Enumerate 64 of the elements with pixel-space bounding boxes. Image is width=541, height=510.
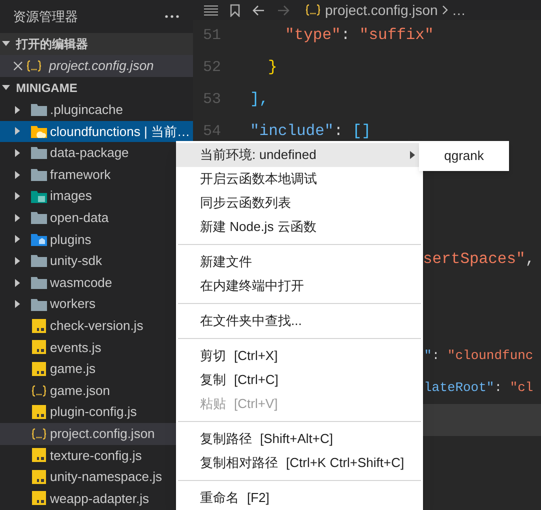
folder-icon (30, 103, 46, 116)
image-folder-icon (30, 190, 46, 203)
menu-item[interactable]: qgrank (419, 144, 509, 168)
json-file-icon (30, 428, 46, 440)
folder-icon (30, 298, 46, 311)
code-token: "cloundfunc (447, 347, 534, 366)
open-editor-item[interactable]: project.config.json (0, 55, 193, 77)
json-file-icon (305, 4, 321, 16)
list-icon (204, 4, 218, 16)
code-token: , (525, 249, 535, 270)
cloud-folder-icon (30, 124, 46, 138)
code-token: sertSpaces" (423, 249, 526, 270)
collapsed-arrow-icon (15, 300, 20, 308)
json-file-icon (26, 60, 42, 72)
code-token: "cl (510, 379, 534, 398)
code-token: } (268, 57, 278, 78)
folder-icon (30, 211, 46, 224)
js-file-icon (32, 318, 46, 333)
close-icon (13, 61, 23, 71)
breadcrumb-item[interactable]: project.config.json (325, 0, 438, 20)
file-tree-item[interactable]: cloundfunctions | 当前… (0, 120, 193, 142)
plugin-folder-icon (30, 232, 46, 246)
forward-arrow-icon (277, 4, 290, 16)
js-file-icon (32, 491, 46, 506)
code-token: "include" (250, 121, 334, 142)
folder-icon (30, 254, 46, 268)
collapsed-arrow-icon (15, 192, 20, 200)
code-token: ], (250, 89, 269, 110)
js-file-icon (32, 405, 46, 420)
section-header[interactable]: 打开的编辑器 (0, 33, 193, 55)
js-file-icon (32, 470, 46, 484)
collapsed-arrow-icon (15, 235, 20, 244)
json-file-icon (30, 384, 46, 397)
collapsed-arrow-icon (15, 170, 20, 179)
folder-icon (30, 146, 46, 160)
breadcrumb-item[interactable]: … (452, 0, 466, 20)
more-icon (165, 15, 179, 18)
section-header[interactable]: MINIGAME (0, 77, 193, 99)
code-token: "type" (285, 25, 341, 46)
js-file-icon (32, 340, 46, 354)
code-token: [] (352, 121, 371, 142)
bookmark-icon (230, 4, 240, 16)
collapsed-arrow-icon (15, 214, 20, 222)
folder-icon (30, 276, 46, 290)
collapsed-arrow-icon (15, 148, 20, 157)
collapsed-arrow-icon (15, 127, 20, 136)
js-file-icon (32, 448, 46, 462)
collapsed-arrow-icon (15, 256, 20, 265)
code-token: : (340, 25, 352, 46)
code-token: " (424, 347, 432, 366)
back-arrow-icon (252, 4, 265, 16)
code-token: : (334, 121, 344, 142)
code-token: : (432, 347, 441, 366)
collapsed-arrow-icon (15, 278, 20, 287)
chevron-icon (442, 5, 448, 15)
js-file-icon (32, 362, 46, 376)
collapsed-arrow-icon (15, 106, 20, 114)
code-token: : (494, 379, 504, 398)
code-token: "suffix" (359, 25, 434, 46)
submenu-arrow-icon (410, 151, 415, 159)
file-tree-item[interactable]: .plugincache (0, 99, 193, 121)
explorer-title: 资源管理器 (13, 8, 78, 26)
folder-icon (30, 168, 46, 182)
code-token: lateRoot" (424, 379, 494, 398)
